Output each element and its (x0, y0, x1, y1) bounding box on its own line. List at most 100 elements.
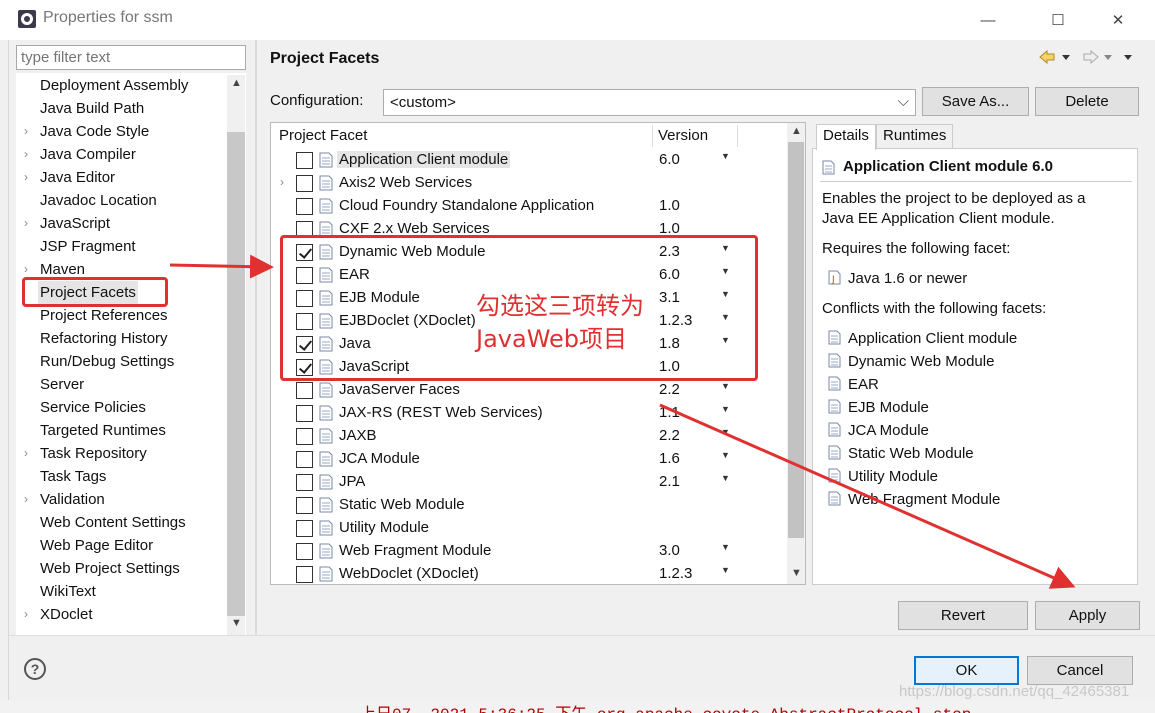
nav-item-java-compiler[interactable]: Java Compiler (40, 143, 136, 166)
nav-item-task-tags[interactable]: Task Tags (40, 465, 106, 488)
scroll-down-icon[interactable]: ▼ (791, 567, 802, 579)
version-dropdown-icon[interactable]: ▼ (721, 565, 730, 575)
nav-item-targeted-runtimes[interactable]: Targeted Runtimes (40, 419, 166, 442)
facet-row[interactable]: Cloud Foundry Standalone Application 1.0 (271, 195, 787, 218)
nav-item-javascript[interactable]: JavaScript (40, 212, 110, 235)
revert-button[interactable]: Revert (898, 601, 1028, 630)
view-menu-icon[interactable] (1124, 55, 1132, 60)
facet-row[interactable]: JavaServer Faces 2.2 ▼ (271, 379, 787, 402)
nav-item-javadoc-location[interactable]: Javadoc Location (40, 189, 157, 212)
column-header-facet[interactable]: Project Facet (279, 127, 367, 147)
facet-row[interactable]: › Axis2 Web Services (271, 172, 787, 195)
nav-item-jsp-fragment[interactable]: JSP Fragment (40, 235, 136, 258)
facet-row[interactable]: WebDoclet (XDoclet) 1.2.3 ▼ (271, 563, 787, 584)
nav-item-refactoring-history[interactable]: Refactoring History (40, 327, 168, 350)
facet-icon (319, 543, 333, 559)
facet-checkbox[interactable] (296, 405, 313, 422)
facet-checkbox[interactable] (296, 175, 313, 192)
version-dropdown-icon[interactable]: ▼ (721, 381, 730, 391)
nav-scroll-thumb[interactable] (227, 132, 245, 616)
version-dropdown-icon[interactable]: ▼ (721, 404, 730, 414)
column-divider[interactable] (737, 125, 738, 147)
facet-row[interactable]: Utility Module (271, 517, 787, 540)
nav-item-run-debug-settings[interactable]: Run/Debug Settings (40, 350, 174, 373)
facet-checkbox[interactable] (296, 152, 313, 169)
table-scroll-thumb[interactable] (788, 142, 804, 538)
nav-item-server[interactable]: Server (40, 373, 84, 396)
facet-checkbox[interactable] (296, 543, 313, 560)
conflict-item: Static Web Module (848, 445, 974, 462)
expand-chevron-icon[interactable]: › (24, 603, 36, 626)
facet-icon (319, 198, 333, 214)
facet-row[interactable]: JPA 2.1 ▼ (271, 471, 787, 494)
version-dropdown-icon[interactable]: ▼ (721, 450, 730, 460)
forward-menu-chevron-icon[interactable] (1104, 55, 1112, 60)
facet-checkbox[interactable] (296, 198, 313, 215)
ok-button[interactable]: OK (914, 656, 1019, 685)
nav-item-service-policies[interactable]: Service Policies (40, 396, 146, 419)
expand-chevron-icon[interactable]: › (24, 143, 36, 166)
column-divider[interactable] (652, 125, 653, 147)
expand-chevron-icon[interactable]: › (24, 166, 36, 189)
details-description-line2: Java EE Application Client module. (822, 210, 1055, 227)
facet-name: JPA (339, 473, 366, 490)
scroll-up-icon[interactable]: ▲ (231, 77, 242, 89)
facet-checkbox[interactable] (296, 451, 313, 468)
expand-chevron-icon[interactable]: › (24, 488, 36, 511)
nav-item-web-content-settings[interactable]: Web Content Settings (40, 511, 186, 534)
expand-chevron-icon[interactable]: › (24, 442, 36, 465)
pane-divider[interactable] (255, 40, 257, 635)
nav-item-web-project-settings[interactable]: Web Project Settings (40, 557, 180, 580)
facet-row[interactable]: Web Fragment Module 3.0 ▼ (271, 540, 787, 563)
close-button[interactable]: ✕ (1096, 6, 1140, 34)
nav-item-web-page-editor[interactable]: Web Page Editor (40, 534, 153, 557)
nav-item-task-repository[interactable]: Task Repository (40, 442, 147, 465)
expand-chevron-icon[interactable]: › (24, 120, 36, 143)
scroll-up-icon[interactable]: ▲ (791, 125, 802, 137)
tab-runtimes[interactable]: Runtimes (876, 124, 954, 149)
configuration-select[interactable]: <custom> ⌵ (383, 89, 916, 116)
tab-details[interactable]: Details (816, 124, 876, 150)
facet-checkbox[interactable] (296, 497, 313, 514)
cancel-button[interactable]: Cancel (1027, 656, 1133, 685)
version-dropdown-icon[interactable]: ▼ (721, 427, 730, 437)
nav-item-xdoclet[interactable]: XDoclet (40, 603, 93, 626)
help-icon[interactable]: ? (24, 658, 46, 680)
nav-item-java-build-path[interactable]: Java Build Path (40, 97, 144, 120)
nav-item-java-editor[interactable]: Java Editor (40, 166, 115, 189)
maximize-button[interactable]: ☐ (1036, 6, 1080, 34)
filter-input[interactable] (16, 45, 246, 70)
forward-arrow-icon[interactable] (1083, 49, 1099, 65)
minimize-button[interactable]: — (966, 6, 1010, 34)
delete-button[interactable]: Delete (1035, 87, 1139, 116)
facet-checkbox[interactable] (296, 566, 313, 583)
facet-checkbox[interactable] (296, 382, 313, 399)
nav-item-validation[interactable]: Validation (40, 488, 105, 511)
facet-checkbox[interactable] (296, 474, 313, 491)
facet-row[interactable]: JCA Module 1.6 ▼ (271, 448, 787, 471)
title-bar: Properties for ssm — ☐ ✕ (0, 0, 1155, 40)
scroll-down-icon[interactable]: ▼ (231, 617, 242, 629)
column-header-version[interactable]: Version (658, 127, 708, 147)
facet-checkbox[interactable] (296, 520, 313, 537)
back-arrow-icon[interactable] (1039, 49, 1055, 65)
nav-item-deployment-assembly[interactable]: Deployment Assembly (40, 74, 188, 97)
expand-chevron-icon[interactable]: › (24, 212, 36, 235)
version-dropdown-icon[interactable]: ▼ (721, 473, 730, 483)
facet-row[interactable]: Application Client module 6.0 ▼ (271, 149, 787, 172)
version-dropdown-icon[interactable]: ▼ (721, 151, 730, 161)
facet-row[interactable]: JAX-RS (REST Web Services) 1.1 ▼ (271, 402, 787, 425)
version-dropdown-icon[interactable]: ▼ (721, 542, 730, 552)
highlight-box-project-facets (22, 277, 168, 307)
back-menu-chevron-icon[interactable] (1062, 55, 1070, 60)
facet-row[interactable]: Static Web Module (271, 494, 787, 517)
conflicts-label: Conflicts with the following facets: (822, 300, 1047, 317)
nav-item-java-code-style[interactable]: Java Code Style (40, 120, 149, 143)
save-as-button[interactable]: Save As... (922, 87, 1029, 116)
apply-button[interactable]: Apply (1035, 601, 1140, 630)
nav-item-project-references[interactable]: Project References (40, 304, 168, 327)
facet-checkbox[interactable] (296, 428, 313, 445)
expand-chevron-icon[interactable]: › (280, 175, 284, 189)
facet-row[interactable]: JAXB 2.2 ▼ (271, 425, 787, 448)
nav-item-wikitext[interactable]: WikiText (40, 580, 96, 603)
